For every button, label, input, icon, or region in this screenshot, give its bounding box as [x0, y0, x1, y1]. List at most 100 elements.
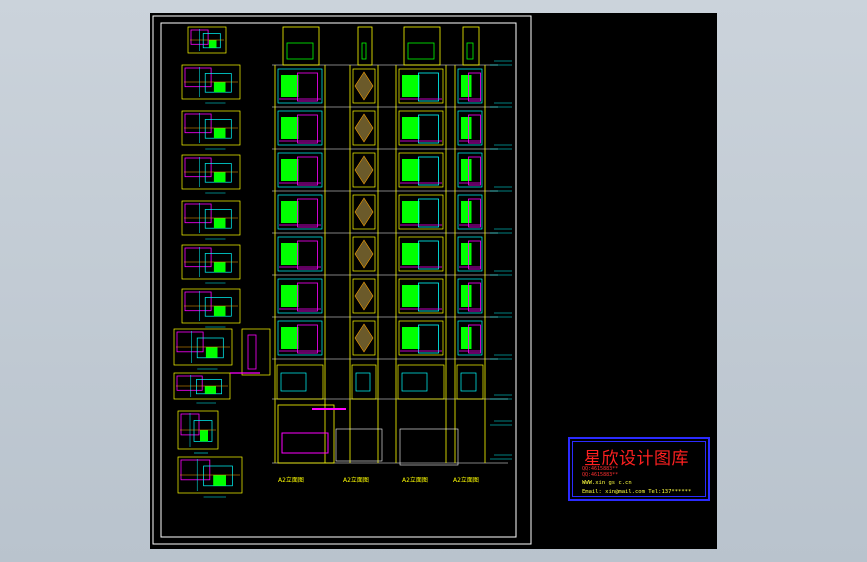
thumb-magenta — [180, 459, 211, 481]
thumb-magenta — [184, 67, 212, 88]
elevation-labels: A2立面图 A2立面图 A2立面图 A2立面图 — [278, 476, 479, 484]
thumb-green — [208, 40, 217, 48]
detail-thumbnail — [181, 154, 241, 194]
stamp-website: WWW.xin gs c.cn — [582, 480, 632, 486]
thumb-magenta — [176, 375, 203, 391]
accent-panel — [418, 156, 439, 186]
accent-panel — [418, 114, 439, 144]
column-cap-detail — [286, 42, 314, 60]
green-fill — [402, 243, 420, 265]
green-fill — [461, 243, 472, 265]
inner-frame — [160, 22, 517, 538]
column-base — [397, 364, 445, 400]
accent-panel — [297, 72, 318, 102]
green-fill — [402, 327, 420, 349]
green-fill — [402, 285, 420, 307]
elevation-label-4: A2立面图 — [453, 476, 479, 484]
thumb-magenta — [184, 203, 212, 224]
column-base-detail — [355, 372, 371, 392]
elevation-label-2: A2立面图 — [343, 476, 369, 484]
diamond-panel — [354, 71, 374, 101]
side-detail — [230, 328, 271, 376]
column-base — [276, 364, 324, 400]
ground-block-3 — [399, 428, 459, 466]
detail-thumbnail — [181, 110, 241, 150]
thumb-magenta — [184, 247, 212, 268]
diamond-panel — [354, 197, 374, 227]
diamond-panel — [354, 239, 374, 269]
ground-block-2 — [335, 428, 383, 462]
thumb-magenta — [184, 157, 212, 178]
accent-panel — [297, 156, 318, 186]
elevation-column — [349, 26, 379, 463]
green-fill — [461, 285, 472, 307]
column-base — [351, 364, 377, 400]
green-fill — [402, 201, 420, 223]
thumb-magenta — [184, 291, 212, 312]
diamond-panel — [354, 323, 374, 353]
green-fill — [402, 75, 420, 97]
green-fill — [461, 117, 472, 139]
detail-thumbnail — [181, 244, 241, 284]
elevation-column — [395, 26, 447, 463]
elevation-views — [272, 26, 512, 466]
stamp-qq-2: QQ:4615883** — [582, 472, 619, 478]
detail-thumbnail — [181, 64, 241, 104]
detail-thumbnail — [181, 288, 241, 328]
thumb-green — [213, 218, 226, 229]
accent-panel — [297, 114, 318, 144]
elevation-label-3: A2立面图 — [402, 476, 428, 484]
accent-panel — [418, 324, 439, 354]
accent-panel — [418, 72, 439, 102]
column-cap-detail — [407, 42, 435, 60]
elevation-label-1: A2立面图 — [278, 476, 304, 484]
green-fill — [461, 327, 472, 349]
accent-panel — [418, 282, 439, 312]
ground-block — [277, 404, 335, 464]
column-base-detail — [401, 372, 428, 392]
stamp-email: Email: xin@mail.com Tel:137****** — [582, 489, 692, 495]
detail-thumbnail — [177, 410, 219, 454]
detail-thumbnails — [173, 26, 271, 498]
thumb-green — [200, 430, 208, 442]
thumb-green — [213, 82, 226, 93]
accent-panel — [297, 240, 318, 270]
accent-panel — [418, 198, 439, 228]
elevation-column — [274, 26, 326, 463]
green-fill — [281, 201, 299, 223]
thumb-magenta — [184, 113, 212, 134]
green-fill — [402, 117, 420, 139]
green-fill — [281, 285, 299, 307]
thumb-magenta — [176, 331, 204, 353]
green-fill — [281, 117, 299, 139]
diamond-panel — [354, 281, 374, 311]
detail-thumbnail — [181, 200, 241, 240]
accent-panel — [297, 198, 318, 228]
elevation-column — [454, 26, 486, 463]
title-stamp: 星欣设计图库 QQ:4615883** QQ:4615883** WWW.xin… — [568, 437, 710, 501]
column-base-detail — [460, 372, 477, 392]
side-detail-magenta — [247, 334, 257, 370]
green-fill — [461, 75, 472, 97]
green-fill — [281, 243, 299, 265]
green-fill — [281, 159, 299, 181]
thumb-green — [213, 306, 226, 317]
green-fill — [461, 201, 472, 223]
column-base-detail — [280, 372, 307, 392]
cad-viewport[interactable]: A2立面图 A2立面图 A2立面图 A2立面图 星欣设计图库 QQ:461588… — [150, 13, 717, 549]
detail-thumbnail — [173, 372, 231, 404]
thumb-green — [213, 172, 226, 183]
column-cap-detail — [361, 42, 367, 60]
detail-thumbnail — [173, 328, 233, 370]
thumb-green — [213, 128, 226, 139]
green-fill — [402, 159, 420, 181]
column-cap-detail — [466, 42, 474, 60]
thumb-green — [205, 347, 218, 358]
diamond-panel — [354, 113, 374, 143]
green-fill — [281, 327, 299, 349]
accent-panel — [297, 282, 318, 312]
thumb-green — [213, 475, 226, 486]
accent-panel — [418, 240, 439, 270]
accent-panel — [297, 324, 318, 354]
detail-thumbnail — [177, 456, 243, 498]
